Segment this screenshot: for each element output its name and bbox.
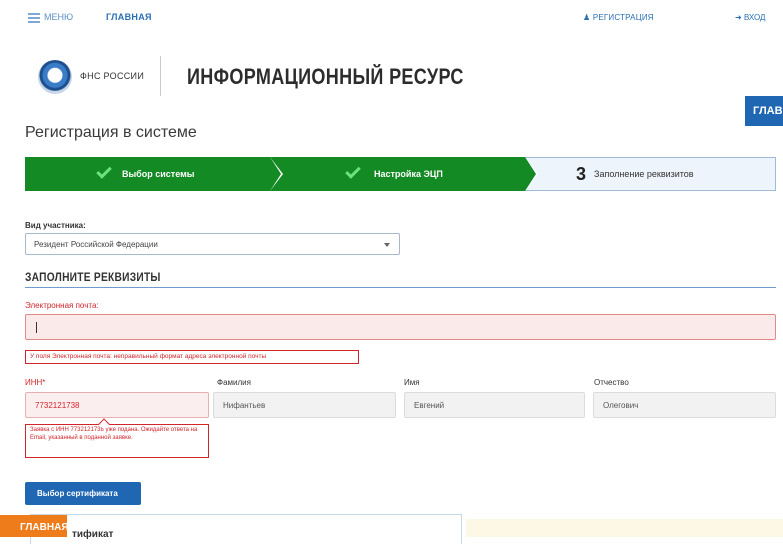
chevron-down-icon	[384, 243, 390, 247]
select-certificate-button[interactable]: Выбор сертификата	[25, 482, 141, 505]
participant-type-label: Вид участника:	[25, 221, 86, 230]
fns-emblem-logo	[38, 60, 72, 94]
register-label: РЕГИСТРАЦИЯ	[592, 13, 654, 22]
surname-label: Фамилия	[217, 378, 251, 387]
step-fill-details: 3 Заполнение реквизитов	[525, 157, 776, 191]
inn-error-text: Заявка с ИНН 7732121738 уже подана. Ожид…	[30, 427, 198, 441]
name-label: Имя	[404, 378, 420, 387]
info-strip	[466, 519, 783, 537]
email-label: Электронная почта:	[25, 301, 99, 310]
login-link[interactable]: ➜ ВХОД	[735, 13, 765, 22]
step-choose-system: Выбор системы	[25, 157, 283, 191]
login-label: ВХОД	[743, 13, 766, 22]
registration-steps: Выбор системы Настройка ЭЦП 3 Заполнение…	[25, 157, 776, 191]
side-home-tab[interactable]: ГЛАВ	[745, 96, 783, 126]
inn-error-message: Заявка с ИНН 7732121738 уже подана. Ожид…	[25, 418, 209, 458]
menu-label: МЕНЮ	[44, 12, 74, 22]
step-label: Заполнение реквизитов	[594, 169, 694, 179]
floating-home-button[interactable]: ГЛАВНАЯ	[0, 515, 69, 537]
register-link[interactable]: ♟ РЕГИСТРАЦИЯ	[583, 13, 654, 22]
home-link[interactable]: ГЛАВНАЯ	[106, 12, 152, 22]
inn-label: ИНН*	[25, 378, 46, 387]
header-divider	[160, 56, 161, 96]
step-ecp-setup: Настройка ЭЦП	[270, 157, 538, 191]
resource-title: ИНФОРМАЦИОННЫЙ РЕСУРС	[187, 64, 464, 89]
hamburger-icon	[28, 12, 40, 23]
step-number: 3	[576, 163, 587, 184]
text-caret	[36, 322, 37, 333]
user-icon: ♟	[583, 13, 591, 22]
check-icon	[96, 163, 112, 179]
name-field[interactable]: Евгений	[404, 392, 585, 418]
section-divider	[25, 287, 776, 288]
check-icon	[345, 163, 361, 179]
section-title: ЗАПОЛНИТЕ РЕКВИЗИТЫ	[25, 270, 161, 284]
patronymic-field[interactable]: Олегович	[593, 392, 776, 418]
email-field[interactable]	[25, 314, 776, 340]
certificate-panel: тификат	[30, 514, 462, 544]
menu-link[interactable]: МЕНЮ	[28, 12, 74, 23]
login-arrow-icon: ➜	[735, 13, 742, 22]
inn-field[interactable]: 7732121738	[25, 392, 209, 418]
surname-field[interactable]: Нифантьев	[213, 392, 396, 418]
participant-type-value: Резидент Российской Федерации	[34, 240, 158, 249]
step-label: Настройка ЭЦП	[374, 169, 443, 179]
certificate-panel-title: тификат	[72, 529, 114, 540]
email-error-message: У поля Электронная почта: неправильный ф…	[25, 350, 359, 364]
patronymic-label: Отчество	[594, 378, 629, 387]
page-title: Регистрация в системе	[25, 124, 197, 141]
step-label: Выбор системы	[122, 169, 195, 179]
logo-text: ФНС РОССИИ	[80, 71, 145, 81]
participant-type-select[interactable]: Резидент Российской Федерации	[25, 233, 400, 255]
